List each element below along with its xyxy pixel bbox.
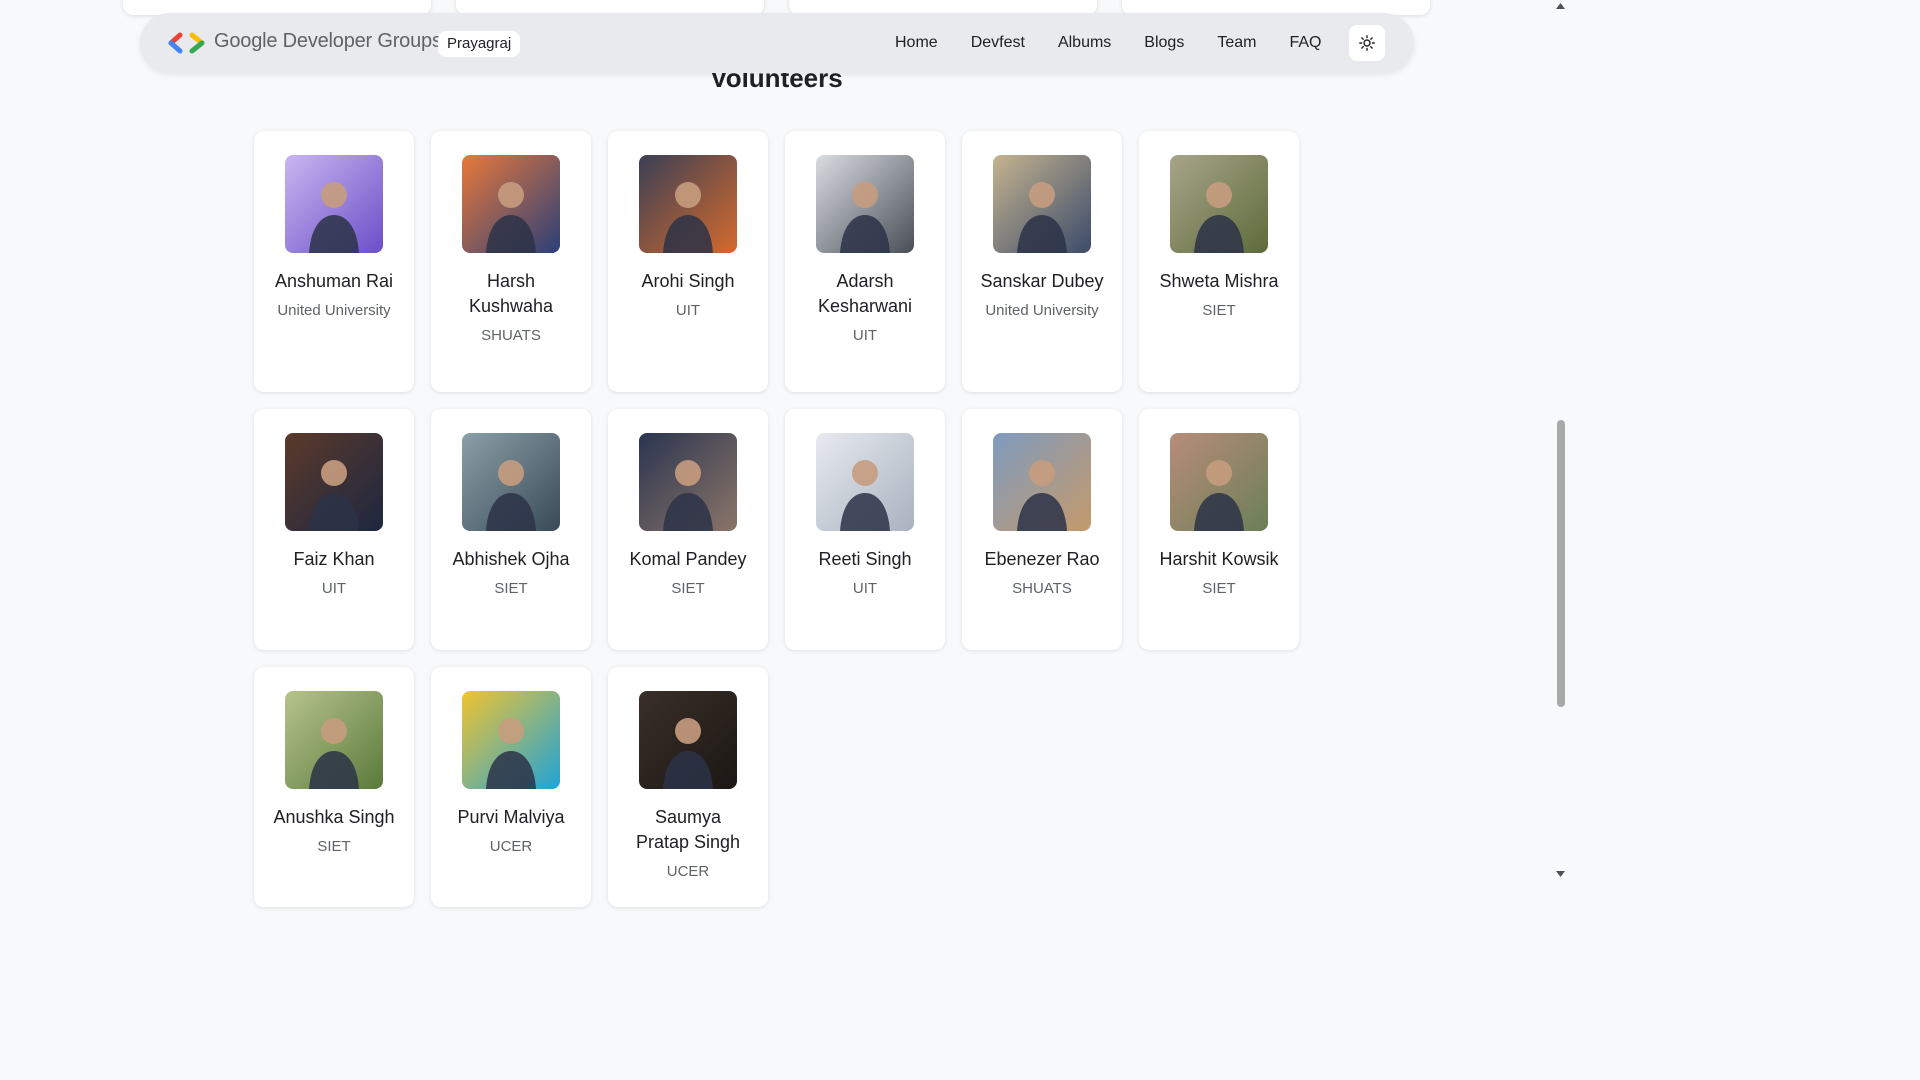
volunteer-photo <box>285 691 383 789</box>
volunteer-school: United University <box>985 302 1099 319</box>
nav-link-home[interactable]: Home <box>895 34 938 52</box>
volunteer-school: UCER <box>489 838 533 855</box>
volunteer-name: Abhishek Ojha <box>452 549 570 569</box>
nav-link-albums[interactable]: Albums <box>1058 34 1111 52</box>
volunteer-name: Harshit Kowsik <box>1159 549 1279 569</box>
volunteer-school: UIT <box>852 580 878 597</box>
navbar: Google Developer Groups Prayagraj Home D… <box>140 13 1414 73</box>
volunteer-photo <box>285 155 383 253</box>
volunteer-photo <box>816 155 914 253</box>
volunteer-school: UIT <box>321 580 347 597</box>
volunteer-photo <box>816 433 914 531</box>
volunteer-name: Arohi Singh <box>641 271 735 291</box>
scrollbar[interactable] <box>1553 0 1568 882</box>
volunteer-photo <box>462 433 560 531</box>
volunteer-school: SIET <box>1202 302 1236 319</box>
volunteer-card[interactable]: Saumya Pratap Singh UCER <box>608 667 768 907</box>
volunteer-name: Faiz Khan <box>293 549 375 569</box>
volunteer-photo <box>285 433 383 531</box>
volunteer-name: Adarsh Kesharwani <box>817 271 913 316</box>
volunteer-card[interactable]: Purvi Malviya UCER <box>431 667 591 907</box>
nav-link-faq[interactable]: FAQ <box>1289 34 1321 52</box>
volunteer-name: Sanskar Dubey <box>980 271 1104 291</box>
volunteer-card[interactable]: Shweta Mishra SIET <box>1139 131 1299 392</box>
volunteer-name: Ebenezer Rao <box>984 549 1100 569</box>
volunteer-school: United University <box>277 302 391 319</box>
volunteer-card[interactable]: Harsh Kushwaha SHUATS <box>431 131 591 392</box>
volunteer-card[interactable]: Anushka Singh SIET <box>254 667 414 907</box>
volunteer-name: Anshuman Rai <box>274 271 394 291</box>
scroll-down-arrow-icon[interactable] <box>1555 869 1566 879</box>
volunteer-photo <box>1170 433 1268 531</box>
volunteer-photo <box>993 155 1091 253</box>
sun-icon <box>1359 35 1375 51</box>
theme-toggle-button[interactable] <box>1349 25 1385 61</box>
volunteer-name: Komal Pandey <box>629 549 747 569</box>
volunteer-photo <box>1170 155 1268 253</box>
volunteer-photo <box>639 691 737 789</box>
volunteer-card[interactable]: Komal Pandey SIET <box>608 409 768 650</box>
volunteer-school: SIET <box>671 580 705 597</box>
volunteer-school: SHUATS <box>481 327 541 344</box>
volunteer-school: UCER <box>666 863 710 880</box>
volunteer-card[interactable]: Sanskar Dubey United University <box>962 131 1122 392</box>
nav-link-blogs[interactable]: Blogs <box>1144 34 1184 52</box>
volunteer-photo <box>462 691 560 789</box>
scroll-up-arrow-icon[interactable] <box>1555 1 1566 11</box>
volunteer-name: Reeti Singh <box>818 549 912 569</box>
volunteer-school: SHUATS <box>1012 580 1072 597</box>
volunteer-card[interactable]: Arohi Singh UIT <box>608 131 768 392</box>
volunteer-card[interactable]: Anshuman Rai United University <box>254 131 414 392</box>
volunteer-photo <box>462 155 560 253</box>
volunteer-name: Saumya Pratap Singh <box>635 807 741 852</box>
volunteer-school: SIET <box>494 580 528 597</box>
volunteer-card[interactable]: Abhishek Ojha SIET <box>431 409 591 650</box>
nav-link-team[interactable]: Team <box>1217 34 1256 52</box>
nav-links: Home Devfest Albums Blogs Team FAQ <box>895 13 1354 73</box>
volunteer-name: Harsh Kushwaha <box>468 271 554 316</box>
volunteer-card[interactable]: Faiz Khan UIT <box>254 409 414 650</box>
volunteer-photo <box>639 155 737 253</box>
volunteer-school: UIT <box>852 327 878 344</box>
volunteer-card[interactable]: Harshit Kowsik SIET <box>1139 409 1299 650</box>
volunteer-card[interactable]: Reeti Singh UIT <box>785 409 945 650</box>
volunteer-school: SIET <box>1202 580 1236 597</box>
volunteer-photo <box>639 433 737 531</box>
volunteer-name: Anushka Singh <box>273 807 395 827</box>
volunteer-photo <box>993 433 1091 531</box>
volunteer-school: SIET <box>317 838 351 855</box>
volunteer-school: UIT <box>675 302 701 319</box>
volunteer-name: Shweta Mishra <box>1159 271 1279 291</box>
nav-link-devfest[interactable]: Devfest <box>971 34 1025 52</box>
volunteer-name: Purvi Malviya <box>457 807 565 827</box>
brand-name[interactable]: Google Developer Groups <box>214 30 442 53</box>
gdg-logo-icon[interactable] <box>168 32 206 54</box>
volunteer-card[interactable]: Adarsh Kesharwani UIT <box>785 131 945 392</box>
volunteer-card[interactable]: Ebenezer Rao SHUATS <box>962 409 1122 650</box>
volunteers-grid: Anshuman Rai United University Harsh Kushw… <box>254 131 1314 907</box>
scrollbar-thumb[interactable] <box>1557 420 1565 707</box>
chapter-badge: Prayagraj <box>438 31 521 57</box>
